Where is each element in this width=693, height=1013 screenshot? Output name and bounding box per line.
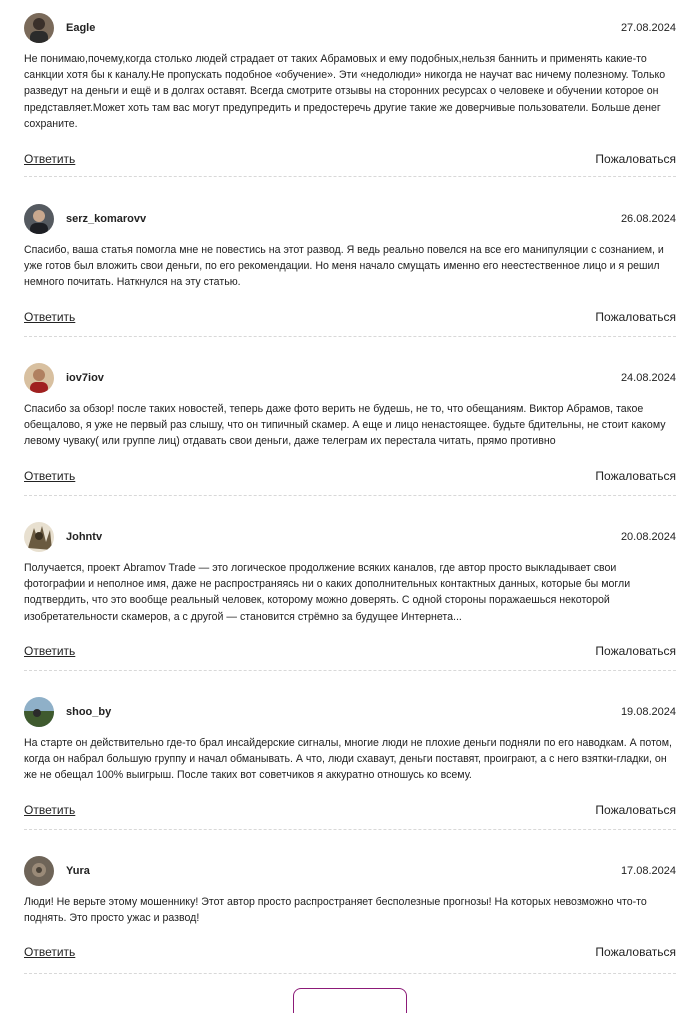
- reply-link[interactable]: Ответить: [24, 945, 75, 959]
- reply-link[interactable]: Ответить: [24, 469, 75, 483]
- divider: [24, 973, 676, 974]
- divider: [24, 670, 676, 671]
- report-link[interactable]: Пожаловаться: [595, 803, 676, 817]
- comment-date: 17.08.2024: [620, 865, 676, 877]
- divider: [24, 495, 676, 496]
- report-link[interactable]: Пожаловаться: [595, 644, 676, 658]
- divider: [24, 176, 676, 177]
- avatar[interactable]: [24, 363, 54, 393]
- comment-date: 27.08.2024: [620, 22, 676, 34]
- comment-date: 19.08.2024: [620, 706, 676, 718]
- comment-author[interactable]: Eagle: [66, 22, 95, 34]
- comment: iov7iov 24.08.2024 Спасибо за обзор! пос…: [24, 363, 676, 489]
- comment-text: На старте он действительно где-то брал и…: [24, 737, 672, 782]
- comment-author[interactable]: Johntv: [66, 531, 102, 543]
- comment-date: 20.08.2024: [620, 531, 676, 543]
- report-link[interactable]: Пожаловаться: [595, 469, 676, 483]
- avatar[interactable]: [24, 522, 54, 552]
- comment-date: 26.08.2024: [620, 213, 676, 225]
- reply-link[interactable]: Ответить: [24, 152, 75, 166]
- divider: [24, 829, 676, 830]
- comment-text: Спасибо за обзор! после таких новостей, …: [24, 403, 666, 448]
- comment-text: Люди! Не верьте этому мошеннику! Этот ав…: [24, 896, 647, 925]
- comment-author[interactable]: shoo_by: [66, 706, 111, 718]
- report-link[interactable]: Пожаловаться: [595, 310, 676, 324]
- avatar[interactable]: [24, 697, 54, 727]
- avatar[interactable]: [24, 13, 54, 43]
- comment-text: Спасибо, ваша статья помогла мне не пове…: [24, 244, 664, 289]
- load-more-button[interactable]: [293, 988, 407, 1013]
- comment: serz_komarovv 26.08.2024 Спасибо, ваша с…: [24, 204, 676, 330]
- comment: Johntv 20.08.2024 Получается, проект Abr…: [24, 522, 676, 664]
- comment-text: Получается, проект Abramov Trade — это л…: [24, 562, 631, 623]
- divider: [24, 336, 676, 337]
- comment: Eagle 27.08.2024 Не понимаю,почему,когда…: [24, 13, 676, 172]
- comment-text: Не понимаю,почему,когда столько людей ст…: [24, 53, 666, 130]
- reply-link[interactable]: Ответить: [24, 644, 75, 658]
- comment-author[interactable]: Yura: [66, 865, 90, 877]
- reply-link[interactable]: Ответить: [24, 310, 75, 324]
- comment-author[interactable]: serz_komarovv: [66, 213, 146, 225]
- report-link[interactable]: Пожаловаться: [595, 945, 676, 959]
- reply-link[interactable]: Ответить: [24, 803, 75, 817]
- avatar[interactable]: [24, 856, 54, 886]
- comment: Yura 17.08.2024 Люди! Не верьте этому мо…: [24, 856, 676, 965]
- comment-date: 24.08.2024: [620, 372, 676, 384]
- avatar[interactable]: [24, 204, 54, 234]
- report-link[interactable]: Пожаловаться: [595, 152, 676, 166]
- comment-author[interactable]: iov7iov: [66, 372, 104, 384]
- comment: shoo_by 19.08.2024 На старте он действит…: [24, 697, 676, 823]
